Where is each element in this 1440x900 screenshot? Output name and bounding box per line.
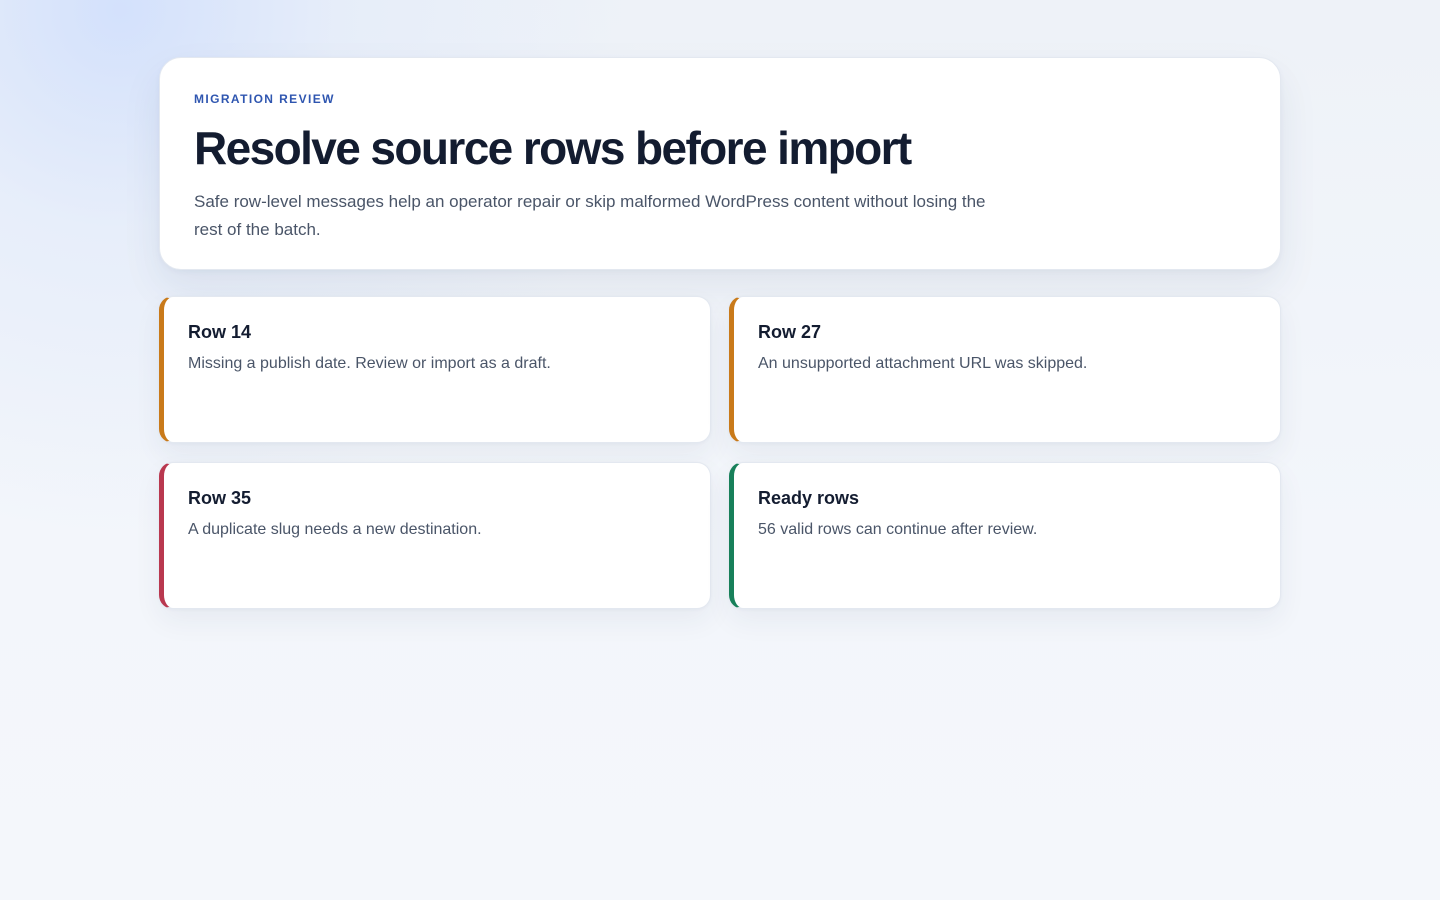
page-title: Resolve source rows before import (194, 122, 912, 174)
card-message: Missing a publish date. Review or import… (188, 355, 551, 372)
card-message: 56 valid rows can continue after review. (758, 521, 1038, 538)
card-title: Row 14 (188, 322, 252, 342)
row-messages-grid: Row 14 Missing a publish date. Review or… (159, 296, 1281, 609)
ready-rows-card: Ready rows 56 valid rows can continue af… (729, 462, 1281, 609)
migration-review-page: MIGRATION REVIEW Resolve source rows bef… (159, 57, 1281, 609)
page-description: Safe row-level messages help an operator… (194, 192, 986, 239)
header-card: MIGRATION REVIEW Resolve source rows bef… (159, 57, 1281, 270)
row-message-card-row-27: Row 27 An unsupported attachment URL was… (729, 296, 1281, 443)
row-message-card-row-35: Row 35 A duplicate slug needs a new dest… (159, 462, 711, 609)
card-message: An unsupported attachment URL was skippe… (758, 355, 1088, 372)
eyebrow-label: MIGRATION REVIEW (194, 92, 335, 106)
row-message-card-row-14: Row 14 Missing a publish date. Review or… (159, 296, 711, 443)
card-title: Ready rows (758, 488, 860, 508)
card-title: Row 35 (188, 488, 252, 508)
card-title: Row 27 (758, 322, 822, 342)
card-message: A duplicate slug needs a new destination… (188, 521, 482, 538)
